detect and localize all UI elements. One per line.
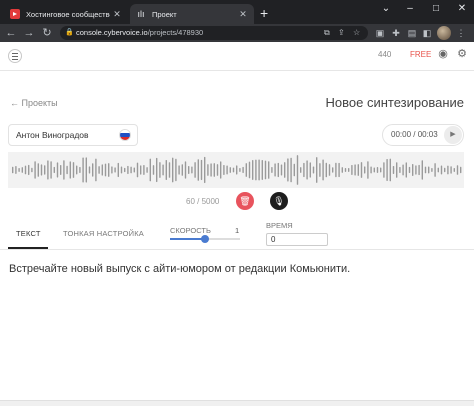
credits-counter: 440 <box>378 50 392 59</box>
playback-time: 00:00 / 00:03 <box>391 130 438 139</box>
settings-icon[interactable]: ⚙ <box>455 47 469 61</box>
back-arrow-icon[interactable]: ← <box>4 26 18 40</box>
text-editor[interactable]: Встречайте новый выпуск с айти-юмором от… <box>9 263 465 275</box>
page-title: Новое синтезирование <box>325 95 465 110</box>
tab-fine-tuning[interactable]: ТОНКАЯ НАСТРОЙКА <box>63 229 144 238</box>
divider <box>0 249 474 250</box>
speed-label: СКОРОСТЬ <box>170 226 211 235</box>
speed-slider-fill <box>170 238 205 240</box>
close-tab-icon[interactable]: ✕ <box>110 9 124 20</box>
record-button[interactable]: 🎙 <box>270 192 288 210</box>
app-root: 440 FREE ◉ ⚙ ← Проекты Новое синтезирова… <box>0 42 474 406</box>
address-bar[interactable]: 🔒 console.cybervoice.io/projects/478930 … <box>60 26 368 40</box>
voice-selector[interactable]: Антон Виноградов <box>8 124 138 146</box>
address-path: /projects/478930 <box>147 28 204 37</box>
soundwave-icon: ılı <box>137 9 145 19</box>
account-icon[interactable]: ◉ <box>436 47 450 61</box>
app-topbar: 440 FREE ◉ ⚙ <box>0 42 474 70</box>
reload-icon[interactable]: ↻ <box>40 26 54 40</box>
share-icon[interactable]: ⇪ <box>338 26 345 40</box>
close-tab-icon[interactable]: ✕ <box>236 9 250 20</box>
play-button[interactable]: ▶ <box>444 126 462 144</box>
sidepanel-icon[interactable]: ◧ <box>421 27 433 39</box>
tab-text[interactable]: ТЕКСТ <box>16 229 41 238</box>
browser-tab-habr[interactable]: Хостинговое сообщество «Tim ✕ <box>4 4 128 24</box>
speed-value: 1 <box>235 226 240 235</box>
trash-icon: 🗑 <box>239 196 251 206</box>
russia-flag-icon <box>119 129 131 141</box>
extension-icon[interactable]: ▣ <box>374 27 386 39</box>
plan-badge[interactable]: FREE <box>410 50 431 59</box>
voice-name: Антон Виноградов <box>16 130 89 140</box>
microphone-icon: 🎙 <box>273 196 285 206</box>
speed-slider[interactable] <box>170 235 240 243</box>
speed-slider-thumb[interactable] <box>201 235 209 243</box>
bottom-strip <box>0 400 474 406</box>
audio-player: 00:00 / 00:03 ▶ <box>382 124 464 146</box>
new-tab-button[interactable]: + <box>260 5 268 21</box>
hamburger-menu-icon[interactable] <box>8 49 22 63</box>
lock-icon: 🔒 <box>65 29 74 36</box>
time-label: ВРЕМЯ <box>266 221 293 230</box>
tab-strip-icon[interactable]: ▤ <box>406 27 418 39</box>
time-input[interactable] <box>266 233 328 246</box>
delete-button[interactable]: 🗑 <box>236 192 254 210</box>
profile-avatar[interactable] <box>437 26 451 40</box>
close-window-button[interactable]: ✕ <box>452 2 472 16</box>
forward-arrow-icon[interactable]: → <box>22 26 36 40</box>
tab-title: Хостинговое сообщество «Tim <box>26 9 110 19</box>
audio-waveform[interactable] <box>8 152 464 188</box>
maximize-button[interactable]: □ <box>426 2 446 16</box>
waveform-bars <box>12 155 462 185</box>
divider <box>0 70 474 71</box>
address-host: console.cybervoice.io <box>76 28 148 37</box>
bookmark-star-icon[interactable]: ☆ <box>353 26 360 40</box>
kebab-menu-icon[interactable]: ⋮ <box>455 27 467 39</box>
open-in-new-icon[interactable]: ⧉ <box>324 26 330 40</box>
tab-title: Проект <box>152 9 177 19</box>
char-counter: 60 / 5000 <box>186 197 220 206</box>
browser-toolbar: ← → ↻ 🔒 console.cybervoice.io/projects/4… <box>0 24 474 42</box>
puzzle-icon[interactable]: ✚ <box>390 27 402 39</box>
tab-search-icon[interactable]: ⌄ <box>376 2 396 16</box>
habr-play-icon <box>10 9 20 19</box>
browser-tab-project[interactable]: ılı Проект ✕ <box>130 4 254 24</box>
back-to-projects-link[interactable]: ← Проекты <box>10 98 58 108</box>
minimize-button[interactable]: – <box>400 2 420 16</box>
browser-tabstrip: Хостинговое сообщество «Tim ✕ ılı Проект… <box>0 0 474 24</box>
